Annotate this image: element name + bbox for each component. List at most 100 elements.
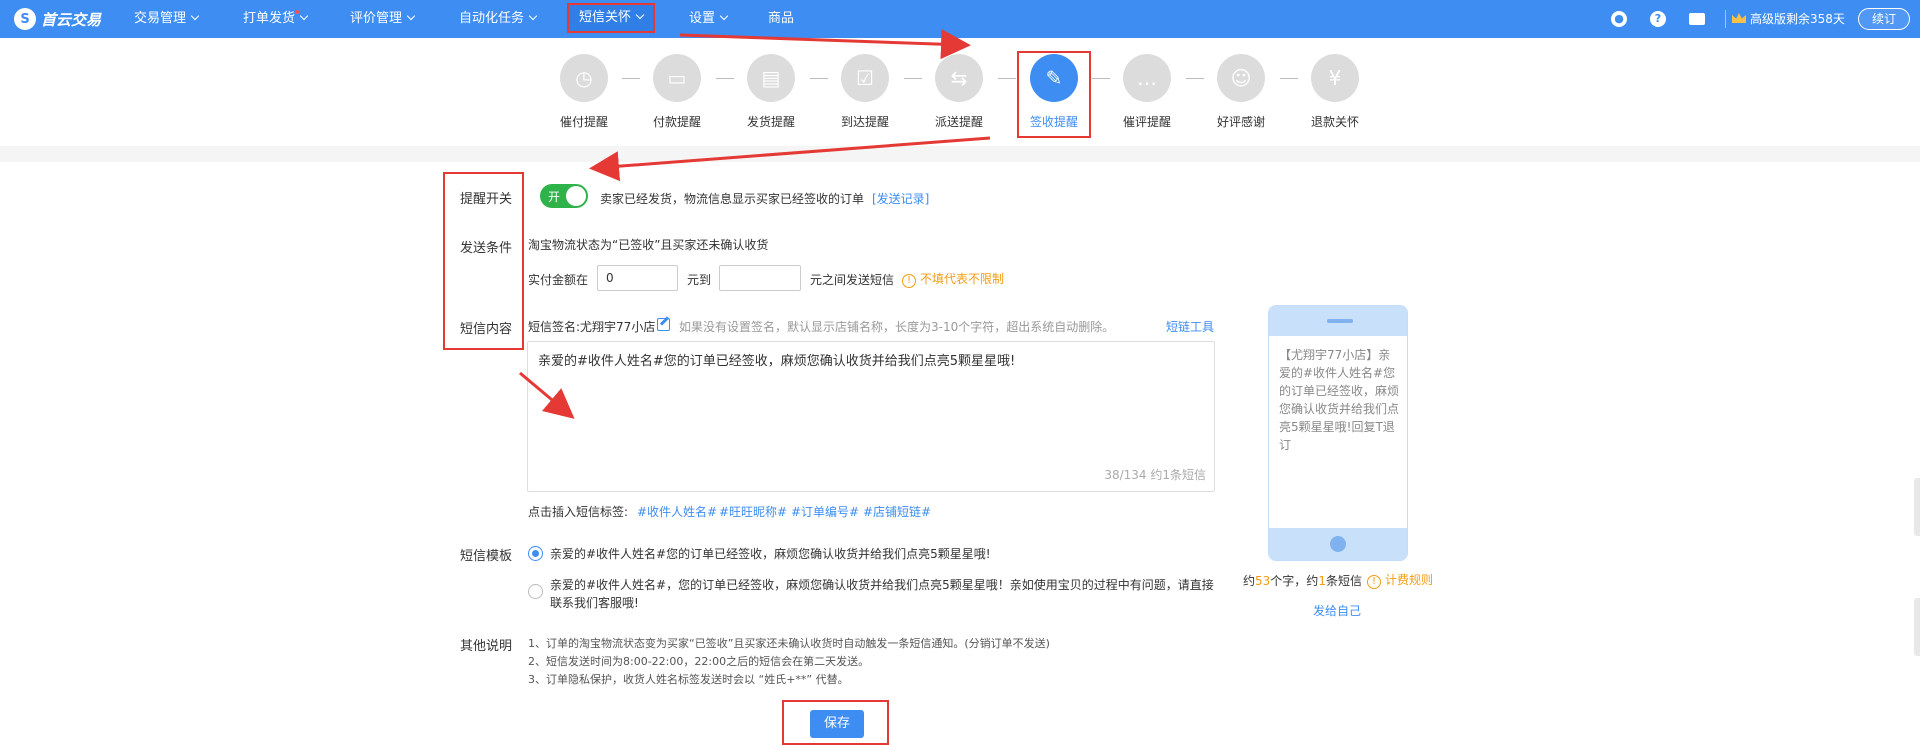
template-option-2-line2[interactable]: 联系我们客服哦!	[550, 594, 639, 611]
tag-receiver-name[interactable]: #收件人姓名#	[637, 503, 717, 520]
billing-rules-link[interactable]: ! 计费规则	[1367, 571, 1433, 589]
reminder-switch-label: 提醒开关	[460, 192, 513, 207]
logo-icon: S	[14, 8, 36, 30]
tag-order-number[interactable]: #订单编号#	[791, 503, 859, 520]
note-item: 3、订单隐私保护，收货人姓名标签发送时会以 “姓氏+**” 代替。	[528, 673, 849, 686]
send-to-self-link[interactable]: 发给自己	[1313, 602, 1361, 619]
send-history-link[interactable]: [发送记录]	[872, 190, 929, 207]
notes-label: 其他说明	[460, 639, 513, 654]
note-item: 1、订单的淘宝物流状态变为买家“已签收”且买家还未确认收货时自动触发一条短信通知…	[528, 637, 1050, 650]
chevron-down-icon	[719, 11, 729, 21]
step-delivery[interactable]: ⇆ 派送提醒	[919, 54, 999, 130]
divider	[1725, 10, 1726, 28]
rule-text: 计费规则	[1385, 573, 1434, 587]
nav-label: 评价管理	[350, 11, 403, 26]
app-logo[interactable]: S 首云交易	[14, 8, 101, 30]
amount-suffix: 元之间发送短信	[810, 273, 895, 287]
count-msgs: 1	[1318, 574, 1326, 588]
edit-icon[interactable]	[657, 318, 670, 331]
short-link-tool[interactable]: 短链工具	[1166, 318, 1214, 335]
char-count: 38/134 约1条短信	[1104, 468, 1206, 482]
count-prefix: 约	[1243, 574, 1256, 588]
count-suffix: 条短信	[1325, 574, 1362, 588]
nav-item-sms-care[interactable]: 短信关怀	[567, 3, 656, 33]
step-payment[interactable]: ▭ 付款提醒	[637, 54, 717, 130]
step-label: 退款关怀	[1310, 115, 1359, 129]
send-condition-text: 淘宝物流状态为“已签收”且买家还未确认收货	[528, 238, 769, 252]
nav-item-trade[interactable]: 交易管理	[134, 0, 200, 38]
notification-dot	[295, 10, 300, 14]
step-review-urge[interactable]: … 催评提醒	[1107, 54, 1187, 130]
step-label: 催付提醒	[559, 115, 608, 129]
insert-tags-label: 点击插入短信标签:	[528, 505, 629, 519]
robot-icon[interactable]: ●	[1611, 11, 1627, 27]
save-button[interactable]: 保存	[810, 710, 864, 738]
amount-from-input[interactable]: 0	[597, 265, 678, 291]
tag-shop-link[interactable]: #店铺短链#	[863, 503, 931, 520]
sms-preview-phone: 【尤翔宇77小店】亲爱的#收件人姓名#您的订单已经签收，麻烦您确认收货并给我们点…	[1268, 305, 1408, 561]
step-shipping[interactable]: ▤ 发货提醒	[731, 54, 811, 130]
section-divider	[0, 146, 1920, 162]
step-label: 发货提醒	[746, 115, 795, 129]
delivery-icon: ⇆	[935, 54, 983, 102]
template-radio-1[interactable]	[528, 546, 543, 561]
amount-prefix: 实付金额在	[528, 273, 589, 287]
home-button-icon	[1330, 536, 1346, 552]
active-step-highlight	[1017, 51, 1091, 138]
scroll-edge	[1914, 478, 1920, 536]
template-radio-2[interactable]	[528, 584, 543, 599]
count-mid: 个字，约	[1270, 574, 1319, 588]
help-icon[interactable]: ?	[1650, 11, 1666, 27]
vip-text: 高级版剩余358天	[1750, 12, 1845, 26]
note-item: 2、短信发送时间为8:00-22:00，22:00之后的短信会在第二天发送。	[528, 655, 870, 668]
step-label: 催评提醒	[1122, 115, 1171, 129]
step-label: 派送提醒	[934, 115, 983, 129]
sms-content-textarea[interactable]: 亲爱的#收件人姓名#您的订单已经签收，麻烦您确认收货并给我们点亮5颗星星哦! 3…	[527, 341, 1215, 492]
preview-count: 约53个字，约1条短信	[1243, 572, 1362, 589]
chevron-down-icon	[635, 10, 645, 20]
template-option-2-line1[interactable]: 亲爱的#收件人姓名#，您的订单已经签收，麻烦您确认收货并给我们点亮5颗星星哦！亲…	[550, 576, 1214, 593]
arrival-icon: ☑	[841, 54, 889, 102]
scroll-edge	[1914, 598, 1920, 656]
chevron-down-icon	[299, 11, 309, 21]
vip-status[interactable]: 高级版剩余358天	[1732, 0, 1845, 38]
toggle-text: 开	[548, 190, 561, 204]
signature-hint: 如果没有设置签名，默认显示店铺名称，长度为3-10个字符，超出系统自动删除。	[679, 320, 1115, 334]
logo-text: 首云交易	[41, 10, 102, 29]
nav-item-settings[interactable]: 设置	[689, 0, 729, 38]
nav-item-review[interactable]: 评价管理	[350, 0, 416, 38]
template-option-1[interactable]: 亲爱的#收件人姓名#您的订单已经签收，麻烦您确认收货并给我们点亮5颗星星哦!	[550, 545, 991, 562]
sms-message: 亲爱的#收件人姓名#您的订单已经签收，麻烦您确认收货并给我们点亮5颗星星哦!	[538, 354, 1016, 369]
renew-button[interactable]: 续订	[1858, 8, 1910, 30]
thanks-icon: ☺	[1217, 54, 1265, 102]
package-icon: ▤	[747, 54, 795, 102]
phone-top	[1269, 306, 1407, 336]
toggle-knob	[566, 186, 586, 206]
step-payment-urge[interactable]: ◷ 催付提醒	[544, 54, 624, 130]
phone-bottom	[1269, 528, 1407, 560]
step-arrival[interactable]: ☑ 到达提醒	[825, 54, 905, 130]
ticket-icon[interactable]	[1689, 13, 1705, 25]
send-condition-label: 发送条件	[460, 241, 513, 256]
step-label: 好评感谢	[1216, 115, 1265, 129]
nav-item-automation[interactable]: 自动化任务	[459, 0, 538, 38]
sms-content-label: 短信内容	[460, 322, 513, 337]
nav-item-print-ship[interactable]: 打单发货	[243, 0, 309, 38]
nav-label: 商品	[768, 11, 795, 26]
chevron-down-icon	[190, 11, 200, 21]
signature-text: 短信签名:尤翔宇77小店	[528, 320, 656, 334]
step-refund[interactable]: ¥ 退款关怀	[1295, 54, 1375, 130]
clock-icon: ◷	[560, 54, 608, 102]
wallet-icon: ▭	[653, 54, 701, 102]
preview-text: 【尤翔宇77小店】亲爱的#收件人姓名#您的订单已经签收，麻烦您确认收货并给我们点…	[1279, 348, 1400, 452]
step-label: 到达提醒	[840, 115, 889, 129]
warning-icon: !	[902, 274, 916, 288]
nav-label: 交易管理	[134, 11, 187, 26]
reminder-toggle[interactable]: 开	[540, 184, 588, 208]
nav-item-goods[interactable]: 商品	[768, 0, 794, 38]
nav-label: 打单发货	[243, 11, 296, 26]
step-thanks[interactable]: ☺ 好评感谢	[1201, 54, 1281, 130]
refund-icon: ¥	[1311, 54, 1359, 102]
tag-wangwang-nick[interactable]: #旺旺昵称#	[719, 503, 787, 520]
amount-to-input[interactable]	[719, 265, 801, 291]
